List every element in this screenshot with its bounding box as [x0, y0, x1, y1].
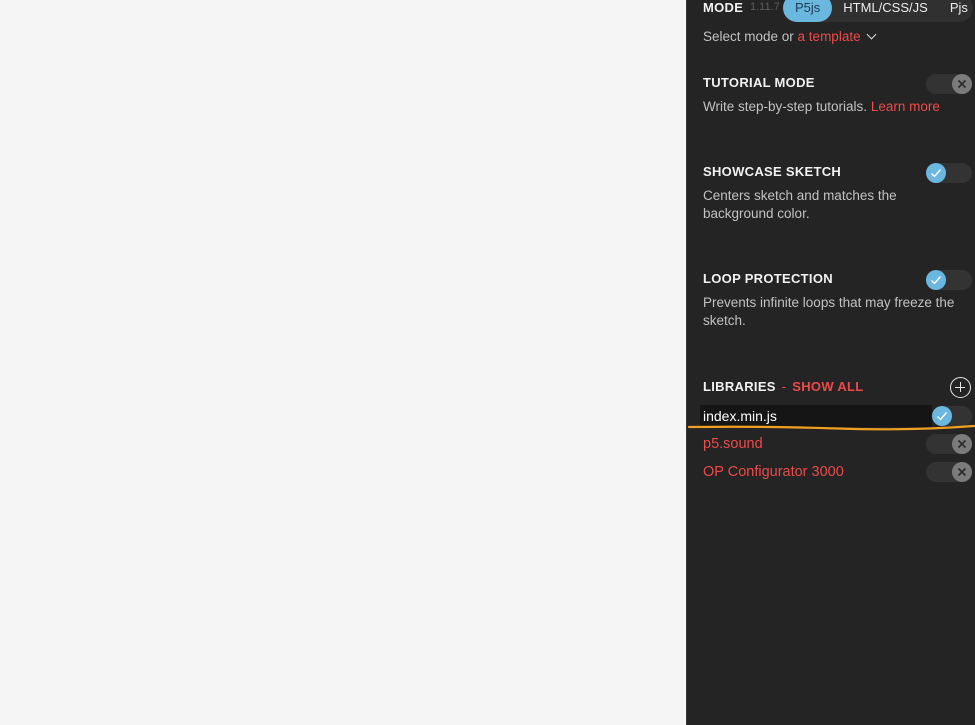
- library-toggle[interactable]: [926, 434, 972, 454]
- highlight-underline: [687, 424, 975, 431]
- libraries-label: LIBRARIES: [703, 379, 776, 394]
- mode-option-html[interactable]: HTML/CSS/JS: [832, 0, 938, 22]
- settings-panel: MODE 1.11.7 P5js HTML/CSS/JS Pjs Select …: [686, 0, 975, 725]
- mode-title: MODE: [703, 0, 744, 15]
- show-all-link[interactable]: SHOW ALL: [792, 379, 863, 394]
- libraries-title: LIBRARIES - SHOW ALL: [703, 379, 864, 394]
- mode-selector: P5js HTML/CSS/JS Pjs: [783, 0, 973, 22]
- learn-more-link[interactable]: Learn more: [871, 99, 940, 114]
- chevron-down-icon[interactable]: [866, 29, 877, 40]
- library-row: p5.sound: [687, 433, 975, 455]
- check-icon: [926, 270, 946, 290]
- tutorial-mode-title: TUTORIAL MODE: [703, 75, 815, 90]
- mode-subtitle: Select mode or a template: [703, 29, 877, 44]
- libraries-separator: -: [781, 379, 787, 394]
- loop-protection-title: LOOP PROTECTION: [703, 271, 833, 286]
- close-icon: [952, 462, 972, 482]
- showcase-sketch-title: SHOWCASE SKETCH: [703, 164, 842, 179]
- library-row: OP Configurator 3000: [687, 461, 975, 483]
- library-name[interactable]: p5.sound: [703, 433, 763, 455]
- library-toggle[interactable]: [926, 462, 972, 482]
- mode-version: 1.11.7: [750, 1, 780, 13]
- check-icon: [932, 406, 952, 426]
- loop-protection-desc: Prevents infinite loops that may freeze …: [703, 295, 955, 328]
- plus-circle-icon[interactable]: [950, 377, 971, 398]
- sketch-preview-canvas: [0, 0, 686, 725]
- check-icon: [926, 163, 946, 183]
- mode-option-p5js[interactable]: P5js: [783, 0, 833, 22]
- loop-protection-toggle[interactable]: [926, 270, 972, 290]
- tutorial-mode-desc: Write step-by-step tutorials. Learn more: [703, 98, 961, 116]
- close-icon: [952, 74, 972, 94]
- showcase-sketch-desc: Centers sketch and matches the backgroun…: [703, 188, 897, 221]
- mode-option-pjs[interactable]: Pjs: [938, 0, 968, 22]
- library-toggle[interactable]: [932, 406, 972, 426]
- showcase-sketch-toggle[interactable]: [926, 163, 972, 183]
- template-link[interactable]: a template: [798, 29, 861, 44]
- tutorial-desc-text: Write step-by-step tutorials.: [703, 99, 871, 114]
- mode-subtitle-text: Select mode or: [703, 29, 798, 44]
- library-name[interactable]: OP Configurator 3000: [703, 461, 844, 483]
- tutorial-mode-toggle[interactable]: [926, 74, 972, 94]
- close-icon: [952, 434, 972, 454]
